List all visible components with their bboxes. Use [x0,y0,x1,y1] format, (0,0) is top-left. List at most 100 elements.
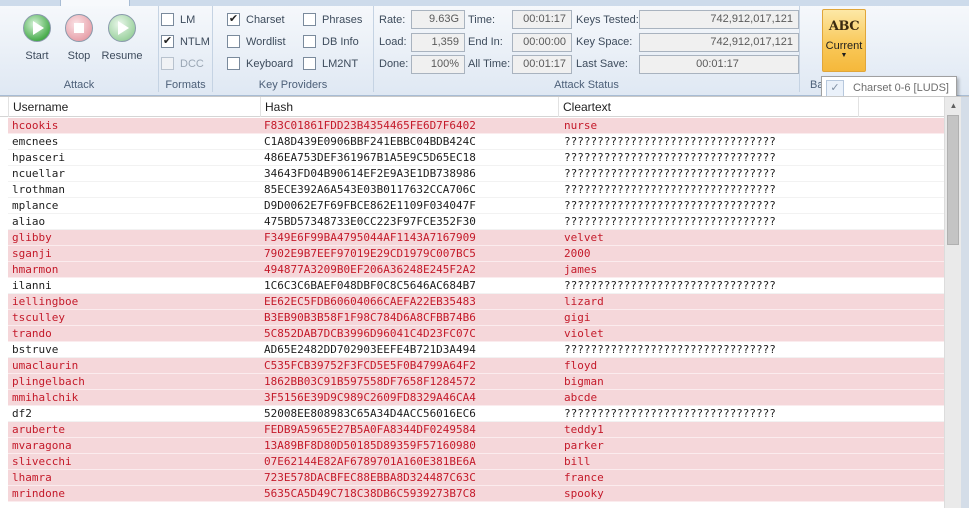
column-header-hash[interactable]: Hash [260,97,558,117]
charset-checkbox[interactable]: ✔ Charset [227,13,285,26]
table-row[interactable]: iellingboe EE62EC5FDB60604066CAEFA22EB354… [8,294,944,310]
stop-button[interactable]: Stop [57,10,101,66]
table-row[interactable]: hpasceri 486EA753DEF361967B1A5E9C5D65EC18… [8,150,944,166]
done-label: Done: [379,58,409,70]
table-row[interactable]: lrothman 85ECE392A6A543E03B0117632CCA706C… [8,182,944,198]
username-cell: bstruve [12,343,59,356]
db-info-checkbox-box[interactable] [303,35,316,48]
attack-group: Start Stop Resume Attack [0,6,159,92]
scroll-up-icon[interactable]: ▲ [945,97,962,114]
stop-icon [65,14,93,42]
cleartext-cell: velvet [564,231,604,244]
hash-cell: 1862BB03C91B597558DF7658F1284572 [264,375,476,388]
phrases-checkbox-box[interactable] [303,13,316,26]
hash-cell: F83C01861FDD23B4354465FE6D7F6402 [264,119,476,132]
formats-group-label: Formats [165,79,206,91]
cleartext-cell: ???????????????????????????????? [564,215,776,228]
cleartext-cell: ???????????????????????????????? [564,151,776,164]
keyboard-checkbox-box[interactable] [227,57,240,70]
abc-icon: ABC [828,19,860,34]
username-cell: slivecchi [12,455,72,468]
table-row[interactable]: ilanni 1C6C3C6BAEF048DBF0C8C5646AC684B7??… [8,278,944,294]
cleartext-cell: parker [564,439,604,452]
table-row[interactable]: emcnees C1A8D439E0906BBF241EBBC04BDB424C?… [8,134,944,150]
table-row[interactable]: tsculley B3EB90B3B58F1F98C784D6A8CFBB74B6… [8,310,944,326]
hash-cell: C535FCB39752F3FCD5E5F0B4799A64F2 [264,359,476,372]
rate-label: Rate: [379,14,406,26]
dropdown-item-charset[interactable]: Charset 0-6 [LUDS] [853,82,949,94]
username-cell: mmihalchik [12,391,79,404]
vertical-scrollbar[interactable]: ▲ [944,97,961,508]
hash-cell: 7902E9B7EEF97019E29CD1979C007BC5 [264,247,476,260]
start-button[interactable]: Start [15,10,59,66]
table-row[interactable]: hcookis F83C01861FDD23B4354465FE6D7F6402 n… [8,118,944,134]
table-row[interactable]: slivecchi 07E62144E82AF6789701A160E381BE6… [8,454,944,470]
caret-down-icon: ▼ [840,52,848,59]
dcc-checkbox[interactable]: DCC [161,57,204,70]
keyboard-checkbox[interactable]: Keyboard [227,57,293,70]
cleartext-cell: james [564,263,598,276]
username-cell: emcnees [12,135,59,148]
cleartext-cell: teddy1 [564,423,604,436]
ntlm-checkbox[interactable]: ✔ NTLM [161,35,210,48]
column-header-username[interactable]: Username [8,97,260,117]
db-info-label: DB Info [322,35,359,48]
table-row[interactable]: df2 52008EE808983C65A34D4ACC56016EC6?????… [8,406,944,422]
time-label: Time: [468,14,496,26]
lm2nt-checkbox[interactable]: LM2NT [303,57,358,70]
all-time-value: 00:01:17 [512,55,572,74]
grid-rows: hcookis F83C01861FDD23B4354465FE6D7F6402 n… [8,118,944,502]
table-row[interactable]: umaclaurin C535FCB39752F3FCD5E5F0B4799A64… [8,358,944,374]
cleartext-cell: ???????????????????????????????? [564,199,776,212]
username-cell: mrindone [12,487,65,500]
start-label: Start [25,50,49,62]
lm-checkbox[interactable]: LM [161,13,195,26]
rate-value: 9.63G [411,10,465,29]
ntlm-checkbox-box[interactable]: ✔ [161,35,174,48]
lm2nt-checkbox-box[interactable] [303,57,316,70]
cleartext-cell: spooky [564,487,604,500]
hash-cell: 494877A3209B0EF206A36248E245F2A2 [264,263,476,276]
username-cell: sganji [12,247,52,260]
current-button[interactable]: ABC Current ▼ [822,9,866,72]
cleartext-cell: ???????????????????????????????? [564,343,776,356]
resume-button[interactable]: Resume [100,10,144,66]
table-row[interactable]: mplance D9D0062E7F69FBCE862E1109F034047F?… [8,198,944,214]
table-row[interactable]: hmarmon 494877A3209B0EF206A36248E245F2A2 j… [8,262,944,278]
username-cell: mplance [12,199,59,212]
table-row[interactable]: trando 5C852DAB7DCB3996D96041C4D23FC07C vi… [8,326,944,342]
dcc-checkbox-box[interactable] [161,57,174,70]
end-in-value: 00:00:00 [512,33,572,52]
username-cell: hcookis [12,119,59,132]
phrases-checkbox[interactable]: Phrases [303,13,362,26]
end-in-label: End In: [468,36,503,48]
resume-icon [108,14,136,42]
username-cell: df2 [12,407,32,420]
table-row[interactable]: mvaragona 13A89BF8D80D50185D89359F5716098… [8,438,944,454]
table-row[interactable]: glibby F349E6F99BA4795044AF1143A7167909 ve… [8,230,944,246]
table-row[interactable]: plingelbach 1862BB03C91B597558DF7658F1284… [8,374,944,390]
column-header-cleartext[interactable]: Cleartext [558,97,858,117]
table-row[interactable]: sganji 7902E9B7EEF97019E29CD1979C007BC5 20… [8,246,944,262]
all-time-label: All Time: [468,58,511,70]
key-space-value: 742,912,017,121 [639,33,799,52]
table-row[interactable]: aliao 475BD57348733E0CC223F97FCE352F30???… [8,214,944,230]
table-row[interactable]: ncuellar 34643FD04B90614EF2E9A3E1DB738986… [8,166,944,182]
wordlist-checkbox-box[interactable] [227,35,240,48]
table-row[interactable]: mrindone 5635CA5D49C718C38DB6C5939273B7C8… [8,486,944,502]
hash-cell: D9D0062E7F69FBCE862E1109F034047F [264,199,476,212]
charset-checkbox-box[interactable]: ✔ [227,13,240,26]
scrollbar-thumb[interactable] [947,115,959,245]
column-header-empty [858,97,944,117]
table-row[interactable]: lhamra 723E578DACBFEC88EBBA8D324487C63C fr… [8,470,944,486]
username-cell: hpasceri [12,151,65,164]
lm-checkbox-box[interactable] [161,13,174,26]
wordlist-checkbox[interactable]: Wordlist [227,35,286,48]
table-row[interactable]: mmihalchik 3F5156E39D9C989C2609FD8329A46C… [8,390,944,406]
last-save-value: 00:01:17 [639,55,799,74]
table-row[interactable]: bstruve AD65E2482DD702903EEFE4B721D3A494?… [8,342,944,358]
db-info-checkbox[interactable]: DB Info [303,35,359,48]
cleartext-cell: ???????????????????????????????? [564,167,776,180]
table-row[interactable]: aruberte FEDB9A5965E27B5A0FA8344DF0249584… [8,422,944,438]
dcc-label: DCC [180,57,204,70]
